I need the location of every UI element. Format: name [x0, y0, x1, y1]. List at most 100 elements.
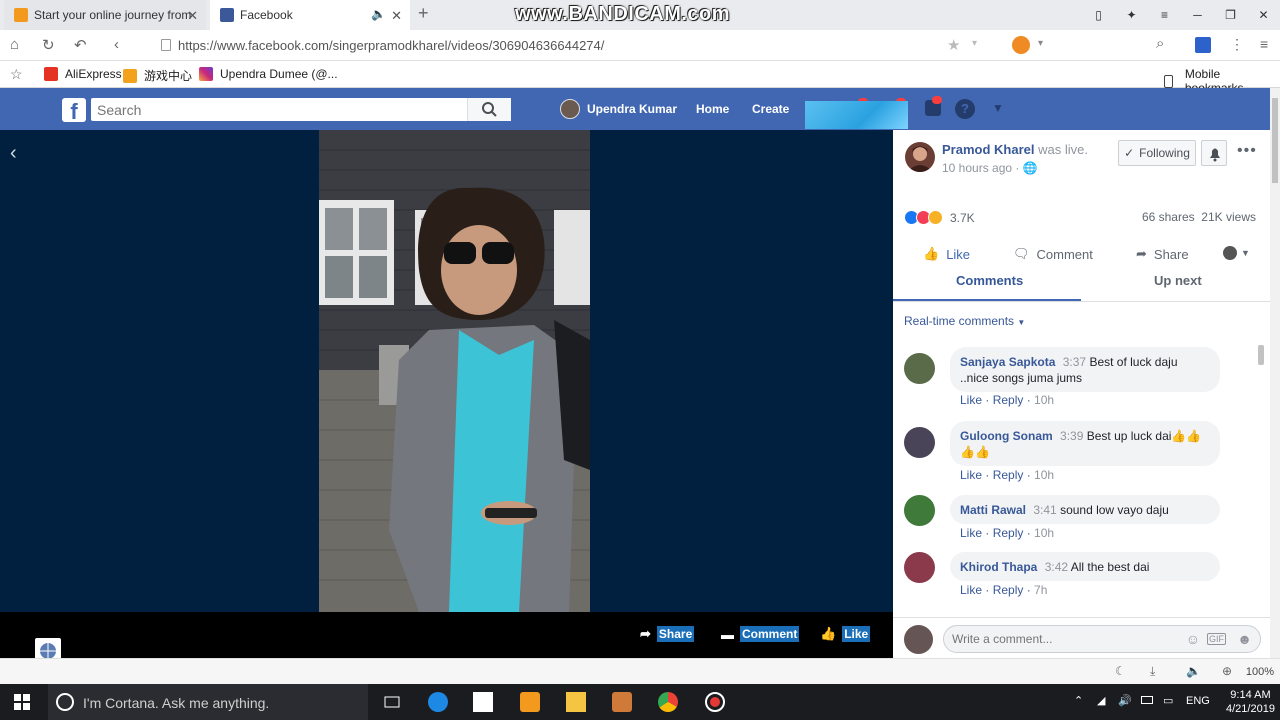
like-button[interactable]: 👍 Like [923, 246, 970, 262]
system-clock[interactable]: 9:14 AM 4/21/2019 [1226, 688, 1275, 716]
media-player-icon[interactable] [612, 692, 632, 712]
notification-bell-button[interactable] [1201, 140, 1227, 166]
back-icon[interactable]: ‹ [114, 36, 119, 53]
night-mode-icon[interactable]: ☾ [1115, 664, 1126, 678]
comments-scrollbar[interactable] [1257, 340, 1265, 615]
comment-like-link[interactable]: Like [960, 583, 982, 597]
tab-up-next[interactable]: Up next [1154, 273, 1202, 288]
back-arrow-icon[interactable]: ‹ [10, 142, 17, 165]
comment-button[interactable]: 🗨 Comment [1013, 246, 1093, 262]
search-icon[interactable]: ⌕ [1156, 35, 1164, 52]
skin-icon[interactable]: ✦ [1115, 8, 1148, 22]
zoom-level[interactable]: 100% [1246, 666, 1274, 678]
download-icon[interactable]: ⤓ [1150, 664, 1155, 679]
emoji-icon[interactable]: ☺ [1186, 631, 1200, 647]
user-avatar[interactable] [560, 99, 580, 119]
action-center-icon[interactable]: ▭ [1163, 694, 1173, 707]
commenter-name[interactable]: Guloong Sonam [960, 429, 1053, 443]
edge-browser-icon[interactable] [428, 692, 448, 712]
dropdown-icon[interactable]: ▾ [1038, 38, 1043, 49]
commenter-avatar[interactable] [904, 495, 935, 526]
help-icon[interactable]: ? [955, 99, 975, 119]
windows-start-icon[interactable] [14, 694, 30, 710]
sticker-icon[interactable]: ☻ [1237, 631, 1252, 647]
dropdown-icon[interactable]: ▾ [972, 38, 977, 49]
account-dropdown-icon[interactable]: ▼ [992, 101, 1004, 115]
extension-fox-icon[interactable] [1012, 36, 1030, 54]
profile-link[interactable]: Upendra Kumar [587, 102, 677, 116]
maximize-icon[interactable]: ❐ [1214, 8, 1247, 22]
poster-avatar[interactable] [905, 142, 935, 172]
more-menu-icon[interactable]: ⋮ [1230, 36, 1244, 53]
bandicam-record-icon[interactable] [705, 692, 725, 712]
facebook-logo-icon[interactable]: f [62, 98, 86, 122]
network-icon[interactable]: ◢ [1097, 694, 1105, 707]
post-timestamp[interactable]: 10 hours ago · 🌐 [942, 161, 1038, 175]
video-comment-button[interactable]: ▬ Comment [721, 626, 800, 642]
tray-chevron-icon[interactable]: ⌃ [1074, 694, 1083, 707]
comment-video-timestamp[interactable]: 3:39 [1060, 429, 1083, 443]
translate-icon[interactable] [1195, 37, 1211, 53]
commenter-name[interactable]: Matti Rawal [960, 503, 1026, 517]
comment-sort-dropdown[interactable]: Real-time comments ▼ [904, 314, 1025, 328]
store-icon[interactable] [473, 692, 493, 712]
comment-video-timestamp[interactable]: 3:41 [1033, 503, 1056, 517]
following-button[interactable]: ✓ Following [1118, 140, 1196, 166]
gif-icon[interactable]: GIF [1207, 633, 1226, 645]
commenter-avatar[interactable] [904, 427, 935, 458]
bookmark-aliexpress[interactable]: AliExpress [44, 67, 122, 81]
comment-age[interactable]: 7h [1034, 583, 1047, 597]
comments-scroll-thumb[interactable] [1258, 345, 1264, 365]
video-frame[interactable] [319, 130, 590, 612]
new-tab-button[interactable]: + [418, 3, 429, 24]
more-options-icon[interactable]: ••• [1237, 142, 1257, 160]
page-scroll-thumb[interactable] [1272, 98, 1278, 183]
chrome-icon[interactable] [658, 692, 678, 712]
tab-comments[interactable]: Comments [956, 273, 1023, 288]
commenter-avatar[interactable] [904, 552, 935, 583]
create-link[interactable]: Create [752, 102, 789, 116]
search-button[interactable] [467, 98, 511, 121]
browser-tab-facebook[interactable]: Facebook 🔈 ✕ [210, 0, 410, 30]
comment-reply-link[interactable]: Reply [993, 526, 1024, 540]
comment-like-link[interactable]: Like [960, 468, 982, 482]
zoom-icon[interactable]: ⊕ [1222, 664, 1232, 678]
commenter-avatar[interactable] [904, 353, 935, 384]
bookmark-game-center[interactable]: 游戏中心 [123, 67, 192, 84]
video-player[interactable]: ‹ ➦ Share ▬ Comment 👍 Like [0, 130, 893, 664]
url-field[interactable]: https://www.facebook.com/singerpramodkha… [178, 38, 604, 53]
minimize-icon[interactable]: ─ [1181, 8, 1214, 22]
browser-tab-start[interactable]: Start your online journey from ✕ [4, 0, 206, 30]
comment-reply-link[interactable]: Reply [993, 468, 1024, 482]
language-indicator[interactable]: ENG [1186, 695, 1210, 707]
comment-video-timestamp[interactable]: 3:42 [1045, 560, 1068, 574]
task-view-icon[interactable] [382, 692, 402, 712]
close-window-icon[interactable]: ✕ [1247, 8, 1280, 22]
comment-age[interactable]: 10h [1034, 526, 1054, 540]
volume-icon[interactable]: 🔊 [1118, 694, 1132, 707]
tab-menu-icon[interactable]: ▯ [1082, 8, 1115, 22]
cortana-search-box[interactable]: I'm Cortana. Ask me anything. [48, 684, 368, 720]
close-tab-icon[interactable]: ✕ [391, 8, 402, 24]
share-view-stats[interactable]: 66 shares 21K views [1142, 210, 1256, 224]
comment-reply-link[interactable]: Reply [993, 583, 1024, 597]
comment-like-link[interactable]: Like [960, 393, 982, 407]
reload-icon[interactable]: ↻ [42, 36, 55, 54]
video-share-button[interactable]: ➦ Share [640, 626, 695, 642]
search-input[interactable] [91, 98, 461, 121]
uc-browser-taskbar-icon[interactable] [520, 692, 540, 712]
bookmark-star-icon[interactable]: ★ [947, 36, 960, 54]
menu-icon[interactable]: ≡ [1148, 8, 1181, 22]
comment-reply-link[interactable]: Reply [993, 393, 1024, 407]
home-link[interactable]: Home [696, 102, 729, 116]
commenter-name[interactable]: Sanjaya Sapkota [960, 355, 1055, 369]
home-icon[interactable]: ⌂ [10, 36, 19, 53]
comment-like-link[interactable]: Like [960, 526, 982, 540]
reactions-summary[interactable]: 3.7K [904, 210, 975, 225]
volume-icon[interactable]: 🔈 [1186, 664, 1201, 678]
audio-playing-icon[interactable]: 🔈 [371, 7, 386, 21]
battery-icon[interactable] [1141, 696, 1153, 704]
audience-selector[interactable]: ▼ [1223, 246, 1250, 260]
comment-input[interactable] [952, 632, 1172, 646]
poster-name-link[interactable]: Pramod Kharel [942, 142, 1034, 157]
